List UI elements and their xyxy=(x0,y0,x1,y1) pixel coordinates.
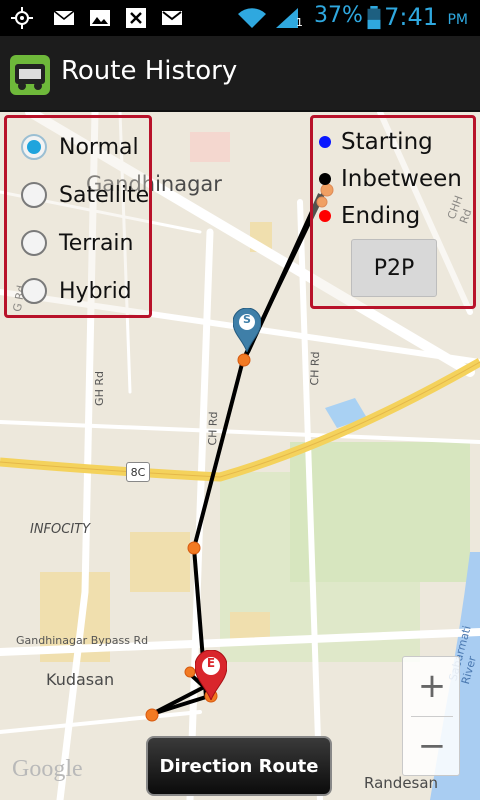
map-label-infocity: INFOCITY xyxy=(30,522,91,537)
radio-satellite-button[interactable] xyxy=(21,182,47,208)
end-marker-icon[interactable]: E xyxy=(194,649,228,702)
radio-hybrid[interactable]: Hybrid xyxy=(21,271,132,311)
zoom-out-button[interactable]: − xyxy=(403,717,461,775)
road-label-ch-rd: CH Rd xyxy=(205,411,221,446)
radio-satellite[interactable]: Satellite xyxy=(21,175,149,215)
radio-terrain-label: Terrain xyxy=(59,230,134,256)
radio-hybrid-label: Hybrid xyxy=(59,278,132,304)
radio-normal-label: Normal xyxy=(59,134,139,160)
clock-ampm: PM xyxy=(447,12,468,28)
legend-ending: Ending xyxy=(319,198,420,234)
action-bar: Route History xyxy=(0,36,480,112)
legend-ending-label: Ending xyxy=(341,203,421,229)
legend-starting-label: Starting xyxy=(341,129,433,155)
legend-panel: Starting Inbetween Ending P2P xyxy=(310,115,476,309)
radio-hybrid-button[interactable] xyxy=(21,278,47,304)
legend-inbetween-dot xyxy=(319,173,331,185)
status-bar: 1 37% 7:41 PM xyxy=(0,0,480,36)
map-view[interactable]: Gandhinagar INFOCITY Kudasan Randesan GH… xyxy=(0,112,480,800)
gmail-icon xyxy=(162,11,182,25)
zoom-control: + − xyxy=(402,656,460,776)
radio-normal-button[interactable] xyxy=(21,134,47,160)
radio-terrain-button[interactable] xyxy=(21,230,47,256)
road-label-gh-rd: GH Rd xyxy=(92,371,106,406)
mail-icon xyxy=(53,10,75,25)
map-label-randesan: Randesan xyxy=(364,774,439,792)
start-marker-label: S xyxy=(243,313,251,326)
image-icon xyxy=(90,10,110,26)
map-label-kudasan: Kudasan xyxy=(46,670,115,689)
legend-starting-dot xyxy=(319,136,331,148)
radio-normal[interactable]: Normal xyxy=(21,127,139,167)
sim-indicator: 1 xyxy=(296,16,303,29)
map-app-icon[interactable] xyxy=(10,55,50,95)
page-title: Route History xyxy=(61,56,238,86)
zoom-in-button[interactable]: + xyxy=(403,657,461,715)
highway-badge: 8C xyxy=(126,462,150,482)
road-label-bypass: Gandhinagar Bypass Rd xyxy=(16,634,149,647)
road-label-ch-rd-2: CH Rd xyxy=(307,351,323,386)
legend-ending-dot xyxy=(319,210,331,222)
start-marker-icon[interactable]: S xyxy=(232,307,262,354)
direction-route-button[interactable]: Direction Route xyxy=(146,736,332,796)
battery-percent: 37% xyxy=(314,3,363,28)
legend-starting: Starting xyxy=(319,124,433,160)
gps-icon xyxy=(11,7,33,29)
map-type-panel: Normal Satellite Terrain Hybrid xyxy=(4,115,152,318)
clock-time: 7:41 xyxy=(384,3,438,31)
legend-inbetween: Inbetween xyxy=(319,161,462,197)
radio-terrain[interactable]: Terrain xyxy=(21,223,133,263)
battery-icon xyxy=(367,6,381,30)
radio-satellite-label: Satellite xyxy=(59,182,150,208)
google-logo: Google xyxy=(12,756,83,782)
p2p-button[interactable]: P2P xyxy=(351,239,437,297)
legend-inbetween-label: Inbetween xyxy=(341,166,462,192)
close-icon xyxy=(126,8,146,28)
wifi-icon xyxy=(238,8,266,28)
end-marker-label: E xyxy=(206,656,216,670)
